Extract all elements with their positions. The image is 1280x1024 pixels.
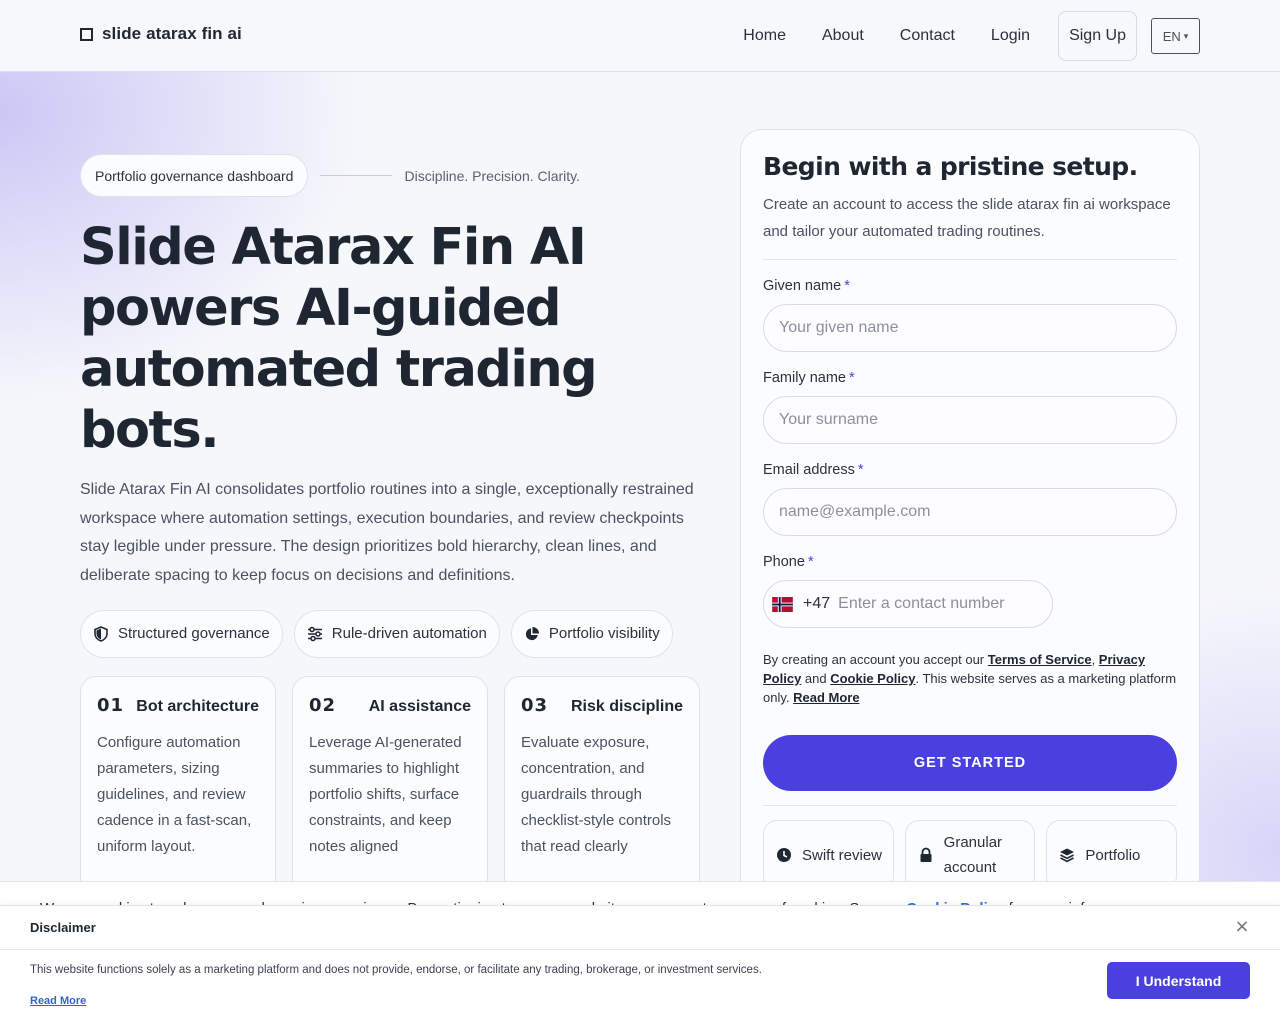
hero-tagline: Discipline. Precision. Clarity. xyxy=(404,167,581,184)
card-risk-discipline: 03 Risk discipline Evaluate exposure, co… xyxy=(504,675,700,896)
i-understand-button[interactable]: I Understand xyxy=(1107,962,1250,999)
hero-section: Portfolio governance dashboard Disciplin… xyxy=(80,154,700,896)
disclaimer-modal: Disclaimer × This website functions sole… xyxy=(0,905,1280,1024)
card-title: Bot architecture xyxy=(136,697,259,715)
feature-granular-account: Granular account xyxy=(904,820,1036,890)
card-ai-assistance: 02 AI assistance Leverage AI-generated s… xyxy=(292,675,488,896)
site-header: slide atarax fin ai Home About Contact L… xyxy=(0,0,1280,72)
card-number: 03 xyxy=(521,694,549,716)
read-more-link[interactable]: Read More xyxy=(793,690,859,705)
family-name-input[interactable] xyxy=(763,396,1177,444)
legal-notice: By creating an account you accept our Te… xyxy=(763,652,1177,705)
nav-contact[interactable]: Contact xyxy=(900,27,955,45)
shield-icon xyxy=(94,625,108,642)
chip-label: Structured governance xyxy=(118,625,270,643)
clock-icon xyxy=(777,848,791,862)
given-name-input[interactable] xyxy=(763,304,1177,352)
family-name-label: Family name * xyxy=(763,370,855,386)
chip-portfolio-visibility: Portfolio visibility xyxy=(510,609,673,658)
feature-label: Granular account xyxy=(943,834,1003,876)
hero-pill: Portfolio governance dashboard xyxy=(80,154,309,197)
chip-label: Rule-driven automation xyxy=(331,625,487,643)
hero-pill-row: Portfolio governance dashboard Disciplin… xyxy=(80,154,700,197)
signup-button[interactable]: Sign Up xyxy=(1058,11,1137,61)
sliders-icon xyxy=(307,626,322,642)
signup-form-card: Begin with a pristine setup. Create an a… xyxy=(740,129,1200,909)
terms-link[interactable]: Terms of Service xyxy=(988,652,1092,667)
phone-label: Phone * xyxy=(763,554,814,570)
language-label: EN xyxy=(1162,28,1181,44)
card-title: Risk discipline xyxy=(570,697,683,715)
card-number: 01 xyxy=(97,694,125,716)
phone-dial-code: +47 xyxy=(803,595,831,612)
disclaimer-text: This website functions solely as a marke… xyxy=(30,964,762,976)
required-mark: * xyxy=(857,462,864,478)
form-feature-tiles: Swift review Granular account Portfolio xyxy=(763,820,1178,890)
feature-label: Portfolio xyxy=(1085,846,1141,864)
pie-chart-icon xyxy=(525,626,539,640)
feature-label: Swift review xyxy=(802,846,883,864)
main-nav: Home About Contact Login Sign Up EN ▾ xyxy=(743,11,1200,61)
cookie-policy-link[interactable]: Cookie Policy xyxy=(830,671,915,686)
nav-home[interactable]: Home xyxy=(743,27,786,45)
card-title: AI assistance xyxy=(368,697,471,715)
disclaimer-read-more-link[interactable]: Read More xyxy=(30,995,86,1007)
form-title: Begin with a pristine setup. xyxy=(763,152,1138,181)
language-selector[interactable]: EN ▾ xyxy=(1151,18,1200,54)
chip-rule-driven-automation: Rule-driven automation xyxy=(293,609,500,658)
required-mark: * xyxy=(807,554,814,570)
form-divider xyxy=(763,805,1177,806)
caret-down-icon: ▾ xyxy=(1183,30,1189,41)
email-label: Email address * xyxy=(763,462,864,478)
brand-square-icon xyxy=(80,27,93,41)
hero-title: Slide Atarax Fin AI powers AI-guided aut… xyxy=(80,218,598,460)
close-icon[interactable]: × xyxy=(1233,918,1251,936)
nav-about[interactable]: About xyxy=(822,27,864,45)
divider-line xyxy=(320,175,393,176)
chip-label: Portfolio visibility xyxy=(548,625,660,643)
get-started-button[interactable]: GET STARTED xyxy=(763,735,1177,791)
card-text: Leverage AI-generated summaries to highl… xyxy=(309,733,462,855)
required-mark: * xyxy=(849,370,855,386)
disclaimer-header: Disclaimer × xyxy=(0,906,1280,950)
nav-login[interactable]: Login xyxy=(991,27,1030,45)
form-subtitle: Create an account to access the slide at… xyxy=(763,196,1171,240)
card-text: Configure automation parameters, sizing … xyxy=(97,733,252,855)
required-mark: * xyxy=(844,278,850,294)
brand-name: slide atarax fin ai xyxy=(102,24,242,43)
phone-input[interactable] xyxy=(838,595,1039,613)
form-divider xyxy=(763,259,1177,260)
given-name-label: Given name * xyxy=(763,278,850,294)
norway-flag-icon[interactable] xyxy=(772,596,793,612)
chip-structured-governance: Structured governance xyxy=(80,609,283,658)
feature-swift-review: Swift review xyxy=(763,820,894,890)
hero-description: Slide Atarax Fin AI consolidates portfol… xyxy=(80,481,694,585)
feature-portfolio: Portfolio xyxy=(1046,820,1178,890)
lock-icon xyxy=(920,847,932,862)
card-text: Evaluate exposure, concentration, and gu… xyxy=(521,733,672,855)
layers-icon xyxy=(1060,848,1075,863)
disclaimer-title: Disclaimer xyxy=(30,920,96,935)
feature-chips: Structured governance Rule-driven automa… xyxy=(80,609,700,658)
card-number: 02 xyxy=(309,694,337,716)
card-bot-architecture: 01 Bot architecture Configure automation… xyxy=(80,675,276,896)
email-input[interactable] xyxy=(763,488,1177,536)
phone-field[interactable]: +47 xyxy=(763,580,1053,628)
brand[interactable]: slide atarax fin ai xyxy=(80,24,242,44)
feature-cards: 01 Bot architecture Configure automation… xyxy=(80,675,700,896)
